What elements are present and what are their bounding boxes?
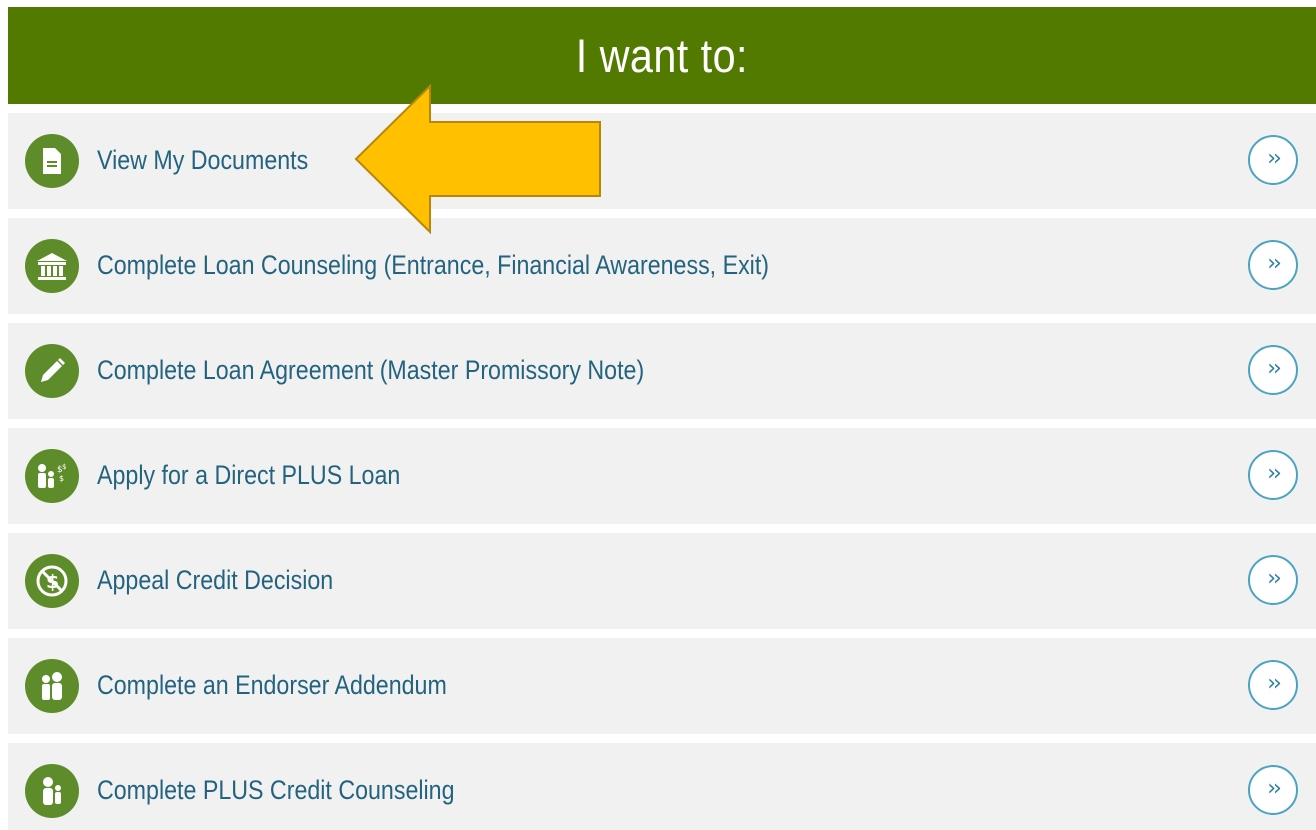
svg-text:$: $ <box>62 463 66 471</box>
menu-item-label: Complete PLUS Credit Counseling <box>97 775 455 805</box>
header-banner: I want to: <box>8 7 1316 104</box>
endorser-icon <box>25 659 79 713</box>
menu-item-plus-credit-counseling[interactable]: Complete PLUS Credit Counseling ›› <box>8 743 1316 830</box>
go-arrow-icon[interactable]: ›› <box>1248 345 1298 395</box>
menu-item-label: Apply for a Direct PLUS Loan <box>97 460 401 490</box>
menu-item-label: Complete Loan Agreement (Master Promisso… <box>97 355 645 385</box>
menu-item-appeal-credit[interactable]: $ Appeal Credit Decision ›› <box>8 533 1316 629</box>
svg-text:$: $ <box>59 474 64 483</box>
go-arrow-icon[interactable]: ›› <box>1248 765 1298 815</box>
go-arrow-icon[interactable]: ›› <box>1248 660 1298 710</box>
go-arrow-icon[interactable]: ›› <box>1248 135 1298 185</box>
go-arrow-icon[interactable]: ›› <box>1248 240 1298 290</box>
page-title: I want to: <box>575 29 749 82</box>
no-money-icon: $ <box>25 554 79 608</box>
menu-item-label: View My Documents <box>97 145 309 175</box>
menu-item-loan-counseling[interactable]: Complete Loan Counseling (Entrance, Fina… <box>8 218 1316 314</box>
page: I want to: View My Documents ›› Complete… <box>0 0 1316 830</box>
bank-icon <box>25 239 79 293</box>
go-arrow-icon[interactable]: ›› <box>1248 450 1298 500</box>
pencil-icon <box>25 344 79 398</box>
menu-item-label: Appeal Credit Decision <box>97 565 334 595</box>
parent-child-icon <box>25 764 79 818</box>
document-icon <box>25 134 79 188</box>
menu-item-direct-plus-loan[interactable]: $ $ $ Apply for a Direct PLUS Loan ›› <box>8 428 1316 524</box>
menu-item-label: Complete Loan Counseling (Entrance, Fina… <box>97 250 770 280</box>
go-arrow-icon[interactable]: ›› <box>1248 555 1298 605</box>
people-money-icon: $ $ $ <box>25 449 79 503</box>
menu-item-loan-agreement[interactable]: Complete Loan Agreement (Master Promisso… <box>8 323 1316 419</box>
menu-item-endorser-addendum[interactable]: Complete an Endorser Addendum ›› <box>8 638 1316 734</box>
menu-item-label: Complete an Endorser Addendum <box>97 670 447 700</box>
menu-item-view-documents[interactable]: View My Documents ›› <box>8 113 1316 209</box>
